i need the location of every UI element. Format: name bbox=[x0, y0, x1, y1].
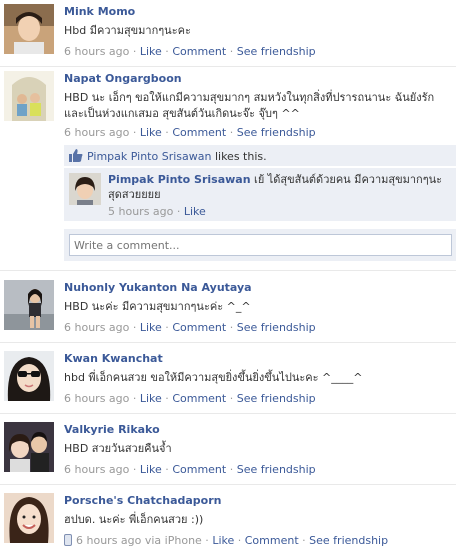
comment-link[interactable]: Comment bbox=[172, 321, 226, 334]
separator: · bbox=[161, 463, 173, 476]
post-meta: 6 hours ago · Like · Comment · See frien… bbox=[64, 320, 452, 335]
separator: · bbox=[234, 534, 245, 547]
see-friendship-link[interactable]: See friendship bbox=[237, 463, 316, 476]
see-friendship-link[interactable]: See friendship bbox=[237, 392, 316, 405]
like-link[interactable]: Like bbox=[212, 534, 234, 547]
timestamp[interactable]: 6 hours ago bbox=[64, 45, 129, 58]
post-meta: 6 hours ago · Like · Comment · See frien… bbox=[64, 44, 452, 59]
post-message: ฮปบด. นะค่ะ พี่เอ็กคนสวย :)) bbox=[64, 513, 204, 526]
feed-post: Mink Momo Hbd มีความสุขมากๆนะคะ 6 hours … bbox=[0, 0, 456, 63]
author-name-link[interactable]: Napat Ongargboon bbox=[64, 71, 452, 86]
likes-suffix: likes this. bbox=[211, 150, 267, 163]
like-link[interactable]: Like bbox=[140, 126, 162, 139]
author-name-link[interactable]: Valkyrie Rikako bbox=[64, 422, 452, 437]
see-friendship-link[interactable]: See friendship bbox=[309, 534, 388, 547]
timestamp[interactable]: 6 hours ago via iPhone bbox=[76, 534, 202, 547]
separator: · bbox=[129, 463, 140, 476]
post-meta: 6 hours ago · Like · Comment · See frien… bbox=[64, 391, 452, 406]
avatar[interactable] bbox=[4, 351, 54, 401]
feed-post: Porsche's Chatchadaporn ฮปบด. นะค่ะ พี่เ… bbox=[0, 492, 456, 552]
author-name-link[interactable]: Porsche's Chatchadaporn bbox=[64, 493, 452, 508]
author-name-link[interactable]: Kwan Kwanchat bbox=[64, 351, 452, 366]
feed-post: Kwan Kwanchat hbd พี่เอ็กคนสวย ขอให้มีคว… bbox=[0, 350, 456, 410]
comment-text: Pimpak Pinto Srisawan เย้ ได้สุขสันต์ด้ว… bbox=[108, 172, 452, 219]
timestamp[interactable]: 6 hours ago bbox=[64, 321, 129, 334]
post-meta: 6 hours ago · Like · Comment · See frien… bbox=[64, 125, 452, 140]
see-friendship-link[interactable]: See friendship bbox=[237, 126, 316, 139]
post-meta: 6 hours ago · Like · Comment · See frien… bbox=[64, 462, 452, 477]
separator: · bbox=[226, 463, 237, 476]
avatar[interactable] bbox=[4, 280, 54, 330]
likes-text: Pimpak Pinto Srisawan likes this. bbox=[87, 149, 267, 164]
author-name-link[interactable]: Mink Momo bbox=[64, 4, 452, 19]
separator: · bbox=[201, 534, 213, 547]
separator: · bbox=[161, 392, 173, 405]
like-link[interactable]: Like bbox=[140, 392, 162, 405]
avatar[interactable] bbox=[4, 71, 54, 121]
post-message: Hbd มีความสุขมากๆนะคะ bbox=[64, 24, 191, 37]
separator: · bbox=[129, 392, 140, 405]
thumbs-up-icon bbox=[69, 149, 83, 162]
post-message: hbd พี่เอ็กคนสวย ขอให้มีความสุขยิ่งขึ้นย… bbox=[64, 371, 363, 384]
separator: · bbox=[226, 321, 237, 334]
avatar[interactable] bbox=[4, 4, 54, 54]
timestamp[interactable]: 6 hours ago bbox=[64, 463, 129, 476]
divider bbox=[0, 484, 456, 485]
feed-post: Nuhonly Yukanton Na Ayutaya HBD นะค่ะ มี… bbox=[0, 279, 456, 339]
separator: · bbox=[173, 205, 184, 218]
avatar[interactable] bbox=[69, 173, 101, 205]
avatar[interactable] bbox=[4, 422, 54, 472]
separator: · bbox=[129, 321, 140, 334]
separator: · bbox=[298, 534, 310, 547]
comment-meta: 5 hours ago · Like bbox=[108, 204, 452, 219]
post-message: HBD สวยวันสวยคืนจ้ำ bbox=[64, 442, 172, 455]
comment-link[interactable]: Comment bbox=[172, 392, 226, 405]
comment-item: Pimpak Pinto Srisawan เย้ ได้สุขสันต์ด้ว… bbox=[64, 168, 456, 222]
timestamp[interactable]: 6 hours ago bbox=[64, 392, 129, 405]
like-link[interactable]: Like bbox=[140, 321, 162, 334]
separator: · bbox=[161, 126, 173, 139]
comment-link[interactable]: Comment bbox=[172, 126, 226, 139]
see-friendship-link[interactable]: See friendship bbox=[237, 321, 316, 334]
separator: · bbox=[226, 126, 237, 139]
likes-bar: Pimpak Pinto Srisawan likes this. bbox=[64, 145, 456, 167]
post-meta: 6 hours ago via iPhone · Like · Comment … bbox=[64, 533, 452, 548]
timestamp[interactable]: 6 hours ago bbox=[64, 126, 129, 139]
write-comment-box bbox=[64, 229, 456, 261]
separator: · bbox=[226, 45, 237, 58]
like-link[interactable]: Like bbox=[140, 45, 162, 58]
separator: · bbox=[161, 321, 173, 334]
see-friendship-link[interactable]: See friendship bbox=[237, 45, 316, 58]
like-link[interactable]: Like bbox=[140, 463, 162, 476]
separator: · bbox=[129, 45, 140, 58]
comment-link[interactable]: Comment bbox=[172, 45, 226, 58]
author-name-link[interactable]: Nuhonly Yukanton Na Ayutaya bbox=[64, 280, 452, 295]
separator: · bbox=[161, 45, 173, 58]
write-comment-input[interactable] bbox=[69, 234, 452, 256]
timestamp[interactable]: 5 hours ago bbox=[108, 205, 173, 218]
divider bbox=[0, 413, 456, 414]
mobile-phone-icon bbox=[64, 534, 72, 546]
comment-link[interactable]: Comment bbox=[245, 534, 299, 547]
post-message: HBD นะ เอ็กๆ ขอให้แกมีความสุขมากๆ สมหวัง… bbox=[64, 91, 435, 120]
divider bbox=[0, 270, 456, 271]
like-link[interactable]: Like bbox=[184, 205, 206, 218]
commenter-name-link[interactable]: Pimpak Pinto Srisawan bbox=[108, 173, 251, 186]
separator: · bbox=[226, 392, 237, 405]
post-message: HBD นะค่ะ มีความสุขมากๆนะค่ะ ^_^ bbox=[64, 300, 251, 313]
divider bbox=[0, 342, 456, 343]
liker-name-link[interactable]: Pimpak Pinto Srisawan bbox=[87, 150, 211, 163]
avatar[interactable] bbox=[4, 493, 54, 543]
comment-link[interactable]: Comment bbox=[172, 463, 226, 476]
separator: · bbox=[129, 126, 140, 139]
feed-post: Valkyrie Rikako HBD สวยวันสวยคืนจ้ำ 6 ho… bbox=[0, 421, 456, 481]
